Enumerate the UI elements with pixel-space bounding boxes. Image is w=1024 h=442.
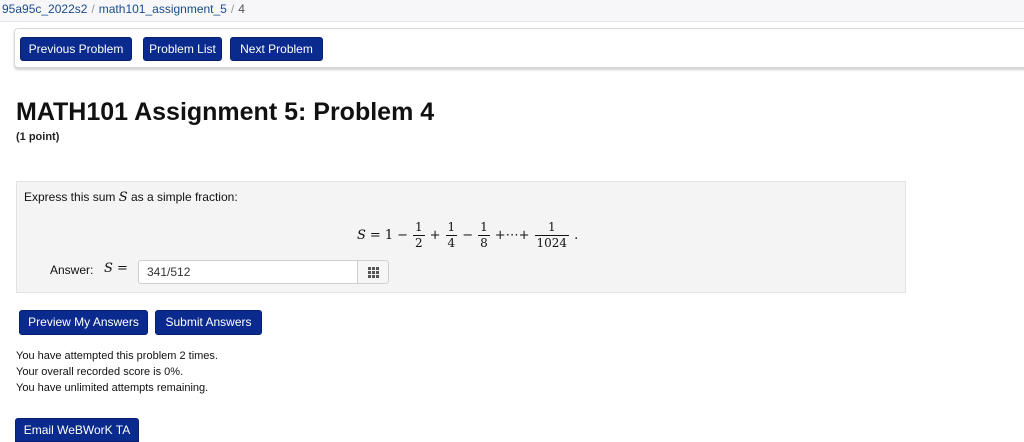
answer-variable: S = (104, 261, 128, 276)
problem-list-button[interactable]: Problem List (143, 37, 222, 61)
formula-minus: − (462, 227, 474, 243)
attempts-message: You have attempted this problem 2 times. (16, 350, 218, 362)
problem-points: (1 point) (16, 131, 60, 143)
score-message: Your overall recorded score is 0%. (16, 366, 184, 378)
email-ta-button[interactable]: Email WeBWorK TA (15, 418, 139, 442)
formula-equals: = (369, 227, 381, 243)
formula-lhs: S (357, 227, 366, 243)
next-problem-button[interactable]: Next Problem (230, 37, 323, 61)
preview-answers-button[interactable]: Preview My Answers (19, 310, 148, 335)
fraction-numerator: 1 (447, 219, 456, 234)
grid-icon (367, 266, 379, 278)
problem-prompt: Express this sum S as a simple fraction: (24, 190, 238, 205)
remaining-attempts-message: You have unlimited attempts remaining. (16, 382, 209, 394)
answer-input[interactable] (138, 260, 358, 284)
formula-plus: + (429, 227, 441, 243)
formula-period: . (574, 227, 579, 243)
fraction-numerator: 1 (547, 219, 556, 234)
formula-fraction: 1 8 (478, 220, 490, 251)
formula-fraction: 1 1024 (534, 219, 570, 251)
formula-fraction: 1 4 (445, 219, 458, 251)
submit-answers-button[interactable]: Submit Answers (155, 310, 262, 335)
formula-fraction: 1 2 (413, 220, 425, 251)
attempt-status: You have attempted this problem 2 times.… (16, 348, 218, 396)
answer-label: Answer: (50, 263, 94, 277)
sum-formula: S = 1 − 1 2 + 1 4 − 1 8 +⋯+ 1 1024 . (355, 212, 580, 258)
breadcrumb-set-link[interactable]: math101_assignment_5 (99, 2, 227, 16)
formula-term-one: 1 (384, 227, 394, 243)
fraction-numerator: 1 (415, 219, 423, 234)
fraction-numerator: 1 (480, 219, 488, 234)
breadcrumb-current-problem: 4 (238, 2, 245, 16)
formula-plus-ellipsis: +⋯+ (494, 227, 530, 243)
formula-minus: − (397, 227, 408, 243)
fraction-denominator: 8 (478, 234, 490, 250)
fraction-denominator: 2 (413, 234, 425, 250)
math-keypad-button[interactable] (357, 260, 389, 284)
breadcrumb-course-link[interactable]: 95a95c_2022s2 (2, 2, 87, 16)
fraction-denominator: 1024 (534, 234, 570, 250)
previous-problem-button[interactable]: Previous Problem (20, 37, 132, 61)
prompt-variable: S (118, 190, 128, 205)
breadcrumb-separator: / (91, 2, 95, 16)
prompt-text-after: as a simple fraction: (127, 190, 238, 204)
page-title: MATH101 Assignment 5: Problem 4 (16, 98, 435, 126)
prompt-text-before: Express this sum (24, 190, 119, 204)
breadcrumb: 95a95c_2022s2/math101_assignment_5/4 (0, 0, 1024, 22)
fraction-denominator: 4 (445, 234, 458, 250)
breadcrumb-separator: / (230, 2, 235, 16)
